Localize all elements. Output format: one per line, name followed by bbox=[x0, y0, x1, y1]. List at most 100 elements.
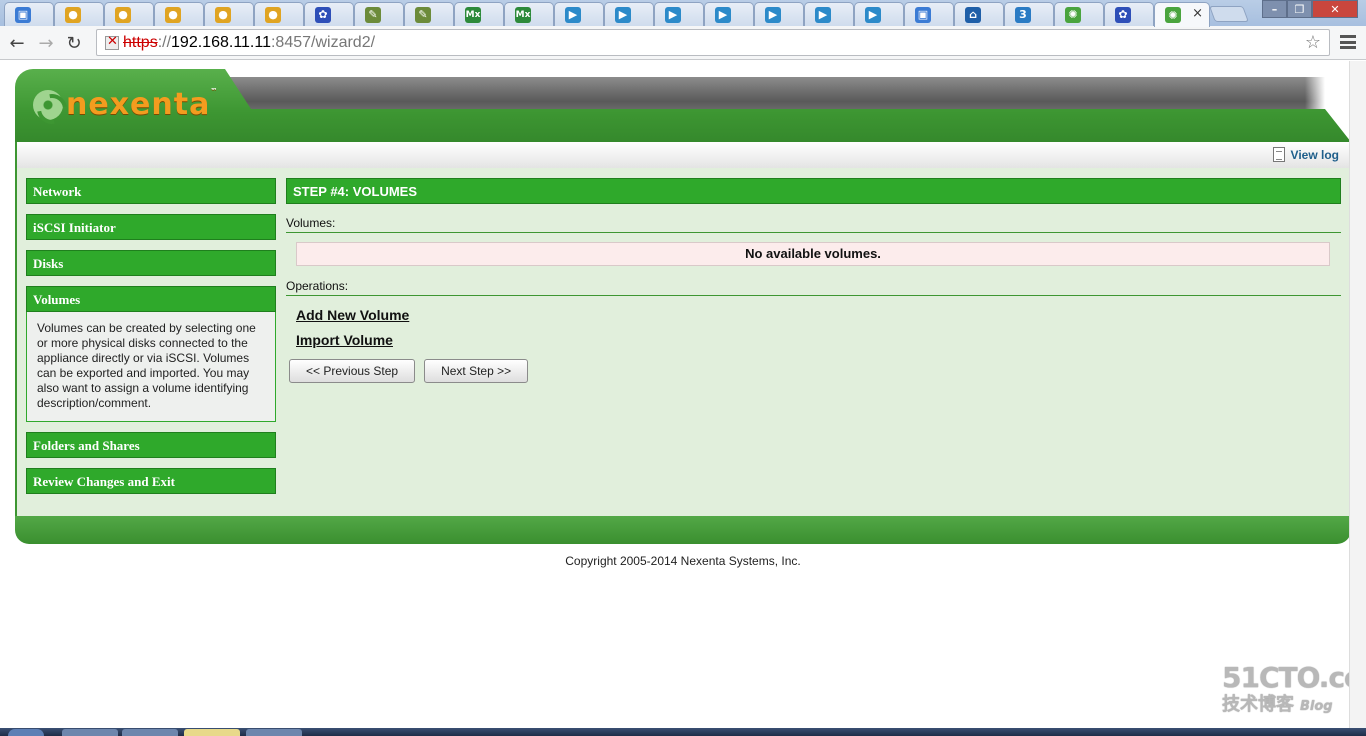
wizard-main-panel: STEP #4: VOLUMES Volumes: No available v… bbox=[286, 178, 1341, 383]
view-log-link[interactable]: View log bbox=[1272, 147, 1339, 162]
book-icon: ✎ bbox=[365, 6, 381, 23]
view-log-label: View log bbox=[1290, 147, 1339, 162]
browser-tab[interactable]: ⌂ bbox=[954, 2, 1004, 26]
finder-icon: ▣ bbox=[915, 6, 931, 23]
browser-tab[interactable]: ✎ bbox=[354, 2, 404, 26]
taskbar-app-ie[interactable] bbox=[246, 729, 302, 736]
wizard-body: Network iSCSI Initiator Disks Volumes Vo… bbox=[15, 168, 1351, 516]
browser-tab[interactable]: ● bbox=[54, 2, 104, 26]
operations-section-label: Operations: bbox=[286, 279, 1341, 296]
import-volume-link[interactable]: Import Volume bbox=[296, 332, 1341, 348]
step-title: STEP #4: VOLUMES bbox=[286, 178, 1341, 204]
back-icon[interactable]: ← bbox=[5, 31, 29, 55]
browser-tab[interactable]: ▣ bbox=[904, 2, 954, 26]
volumes-description: Volumes can be created by selecting one … bbox=[26, 312, 276, 422]
browser-tab[interactable]: 3 bbox=[1004, 2, 1054, 26]
close-tab-icon[interactable]: × bbox=[1192, 6, 1203, 21]
volumes-section-label: Volumes: bbox=[286, 216, 1341, 233]
watermark-blog: Blog bbox=[1300, 699, 1333, 714]
page-scrollbar[interactable] bbox=[1349, 61, 1366, 728]
taskbar-app-media[interactable] bbox=[122, 729, 178, 736]
browser-tab[interactable]: ▶ bbox=[704, 2, 754, 26]
next-step-button[interactable]: Next Step >> bbox=[424, 359, 529, 383]
app-icon: 3 bbox=[1015, 6, 1031, 23]
sidebar-item-disks[interactable]: Disks bbox=[26, 250, 276, 276]
nexenta-logo: nexenta™ bbox=[33, 87, 218, 122]
browser-tab[interactable]: Mx bbox=[504, 2, 554, 26]
home-icon: ⌂ bbox=[965, 6, 981, 23]
browser-tab-strip: ▣ ● ● ● ● ● ✿ ✎ ✎ Mx Mx ▶ ▶ ▶ ▶ ▶ ▶ ▶ ▣ ⌂ 3 ✺ ✿ ✺ × – ❐ ✕ bbox=[0, 0, 1366, 27]
play-icon: ▶ bbox=[665, 6, 681, 23]
browser-tab[interactable]: ▶ bbox=[804, 2, 854, 26]
chat-icon: ● bbox=[65, 6, 81, 23]
browser-tab[interactable]: ▶ bbox=[604, 2, 654, 26]
logo-text: nexenta™ bbox=[66, 87, 219, 122]
header-toolbar: View log bbox=[15, 142, 1351, 168]
browser-tab[interactable]: ✺ × bbox=[1154, 2, 1210, 27]
maximize-icon[interactable]: ❐ bbox=[1287, 0, 1312, 18]
browser-tab[interactable]: ▣ bbox=[4, 2, 54, 26]
browser-tab[interactable]: ✎ bbox=[404, 2, 454, 26]
url-path: :8457/wizard2/ bbox=[270, 33, 376, 51]
play-icon: ▶ bbox=[765, 6, 781, 23]
play-icon: ▶ bbox=[715, 6, 731, 23]
browser-tab[interactable]: ● bbox=[254, 2, 304, 26]
minimize-icon[interactable]: – bbox=[1262, 0, 1287, 18]
browser-tab[interactable]: ✿ bbox=[1104, 2, 1154, 26]
browser-tab[interactable]: ▶ bbox=[854, 2, 904, 26]
watermark: 51CTO.com 技术博客Blog bbox=[1222, 661, 1366, 716]
no-volumes-message: No available volumes. bbox=[296, 242, 1330, 266]
wizard-footer-bar bbox=[15, 516, 1351, 544]
browser-tab[interactable]: Mx bbox=[454, 2, 504, 26]
address-bar[interactable]: https://192.168.11.11:8457/wizard2/ ☆ bbox=[96, 29, 1330, 56]
chat-icon: ● bbox=[165, 6, 181, 23]
sidebar-item-iscsi-initiator[interactable]: iSCSI Initiator bbox=[26, 214, 276, 240]
chat-icon: ● bbox=[115, 6, 131, 23]
nexenta-icon: ✺ bbox=[1165, 7, 1181, 23]
start-button[interactable] bbox=[8, 729, 44, 736]
step-navigation: << Previous Step Next Step >> bbox=[289, 359, 1341, 383]
play-icon: ▶ bbox=[815, 6, 831, 23]
book-icon: ✎ bbox=[415, 6, 431, 23]
mx-icon: Mx bbox=[465, 6, 481, 23]
play-icon: ▶ bbox=[615, 6, 631, 23]
add-new-volume-link[interactable]: Add New Volume bbox=[296, 307, 1341, 323]
sidebar-item-folders-and-shares[interactable]: Folders and Shares bbox=[26, 432, 276, 458]
reload-icon[interactable]: ↻ bbox=[62, 31, 86, 55]
url-scheme: https bbox=[123, 33, 158, 51]
nexenta-wizard: nexenta™ View log Network iSCSI Initiato… bbox=[15, 69, 1351, 544]
sidebar-item-network[interactable]: Network bbox=[26, 178, 276, 204]
header-grey-band bbox=[215, 77, 1325, 112]
url-separator: :// bbox=[157, 33, 172, 51]
finder-icon: ▣ bbox=[15, 6, 31, 23]
browser-tab[interactable]: ▶ bbox=[654, 2, 704, 26]
new-tab-button[interactable] bbox=[1209, 6, 1249, 22]
browser-tab[interactable]: ✿ bbox=[304, 2, 354, 26]
browser-toolbar: ← → ↻ https://192.168.11.11:8457/wizard2… bbox=[0, 26, 1366, 60]
os-taskbar bbox=[0, 728, 1366, 736]
browser-tab[interactable]: ▶ bbox=[554, 2, 604, 26]
bookmark-star-icon[interactable]: ☆ bbox=[1305, 32, 1321, 53]
play-icon: ▶ bbox=[565, 6, 581, 23]
insecure-icon bbox=[105, 34, 119, 50]
browser-tab[interactable]: ● bbox=[154, 2, 204, 26]
browser-tab[interactable]: ✺ bbox=[1054, 2, 1104, 26]
taskbar-app-chrome[interactable] bbox=[62, 729, 118, 736]
sidebar-item-volumes[interactable]: Volumes bbox=[26, 286, 276, 312]
previous-step-button[interactable]: << Previous Step bbox=[289, 359, 416, 383]
browser-tab[interactable]: ● bbox=[204, 2, 254, 26]
chat-icon: ● bbox=[265, 6, 281, 23]
menu-icon[interactable] bbox=[1340, 35, 1356, 49]
forward-icon[interactable]: → bbox=[34, 31, 58, 55]
nexenta-logo-icon bbox=[33, 89, 63, 120]
chat-icon: ● bbox=[215, 6, 231, 23]
paw-icon: ✿ bbox=[315, 6, 331, 23]
mx-icon: Mx bbox=[515, 6, 531, 23]
browser-tab[interactable]: ▶ bbox=[754, 2, 804, 26]
sidebar-item-review-changes[interactable]: Review Changes and Exit bbox=[26, 468, 276, 494]
close-window-icon[interactable]: ✕ bbox=[1312, 0, 1358, 18]
browser-tab[interactable]: ● bbox=[104, 2, 154, 26]
log-document-icon bbox=[1272, 147, 1285, 162]
taskbar-app-folder[interactable] bbox=[184, 729, 240, 736]
page-content: nexenta™ View log Network iSCSI Initiato… bbox=[0, 61, 1366, 728]
